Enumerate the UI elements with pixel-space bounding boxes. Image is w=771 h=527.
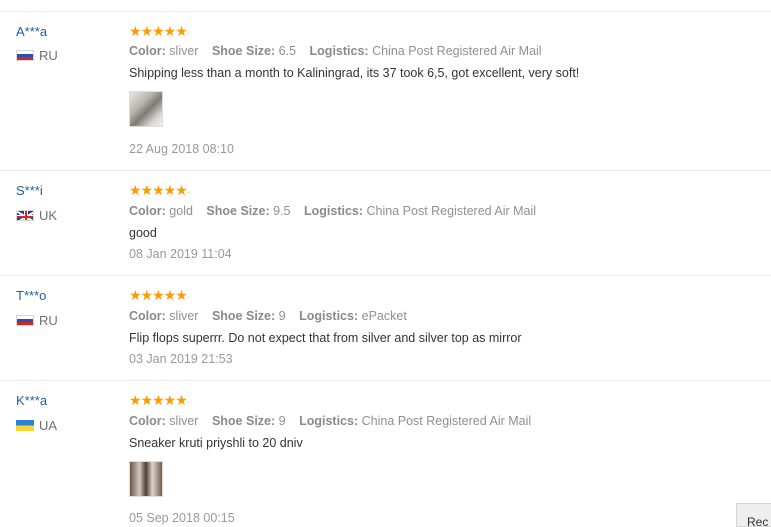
review-date: 03 Jan 2019 21:53 <box>129 352 233 366</box>
review-photo-thumbnail[interactable] <box>129 91 163 127</box>
size-label: Shoe Size: <box>211 309 276 323</box>
size-value: 9 <box>278 309 286 323</box>
review-attributes: Color: sliver Shoe Size: 6.5 Logistics: … <box>129 44 552 58</box>
reviewer-country: RU <box>16 48 58 63</box>
review-date: 08 Jan 2019 11:04 <box>129 247 232 261</box>
ukraine-flag-icon <box>16 420 34 431</box>
size-label: Shoe Size: <box>211 414 276 428</box>
color-label: Color: <box>129 414 166 428</box>
color-value: sliver <box>169 44 199 58</box>
review-text: Shipping less than a month to Kaliningra… <box>129 66 580 80</box>
logistics-label: Logistics: <box>309 44 369 58</box>
color-value: sliver <box>169 414 199 428</box>
reviewer-country: UA <box>16 418 57 433</box>
size-value: 6.5 <box>278 44 297 58</box>
star-rating: ★★★★★· <box>129 287 190 303</box>
logistics-label: Logistics: <box>304 204 364 218</box>
star-rating: ★★★★★· <box>129 23 190 39</box>
russia-flag-icon <box>16 315 34 326</box>
color-value: gold <box>169 204 193 218</box>
country-code: UA <box>39 418 58 433</box>
top-divider <box>0 11 771 12</box>
color-value: sliver <box>169 309 199 323</box>
color-label: Color: <box>129 309 166 323</box>
corner-button[interactable]: Rec <box>736 503 771 527</box>
color-label: Color: <box>129 44 166 58</box>
stars-icon: ★★★★★ <box>129 392 188 408</box>
review-date: 22 Aug 2018 08:10 <box>129 142 234 156</box>
review-divider <box>0 170 771 171</box>
star-rating: ★★★★★· <box>129 182 190 198</box>
logistics-value: China Post Registered Air Mail <box>372 44 542 58</box>
country-code: UK <box>39 208 58 223</box>
logistics-value: China Post Registered Air Mail <box>361 414 532 428</box>
star-rating: ★★★★★· <box>129 392 190 408</box>
color-label: Color: <box>129 204 166 218</box>
size-label: Shoe Size: <box>211 44 276 58</box>
uk-flag-icon <box>16 210 34 221</box>
review-text: Flip flops superrr. Do not expect that f… <box>129 331 522 345</box>
review-divider <box>0 380 771 381</box>
review-date: 05 Sep 2018 00:15 <box>129 511 235 525</box>
review-attributes: Color: sliver Shoe Size: 9 Logistics: Ch… <box>129 414 541 428</box>
reviewer-country: UK <box>16 208 57 223</box>
review-attributes: Color: sliver Shoe Size: 9 Logistics: eP… <box>129 309 417 323</box>
stars-icon: ★★★★★ <box>129 182 188 198</box>
review-text: Sneaker kruti priyshli to 20 dniv <box>129 436 303 450</box>
size-value: 9.5 <box>273 204 291 218</box>
reviewer-name[interactable]: K***a <box>16 393 47 408</box>
size-label: Shoe Size: <box>206 204 270 218</box>
country-code: RU <box>39 48 58 63</box>
reviewer-name[interactable]: A***a <box>16 24 47 39</box>
logistics-value: China Post Registered Air Mail <box>366 204 537 218</box>
review-attributes: Color: gold Shoe Size: 9.5 Logistics: Ch… <box>129 204 546 218</box>
reviewer-name[interactable]: S***i <box>16 183 43 198</box>
logistics-value: ePacket <box>361 309 407 323</box>
review-divider <box>0 275 771 276</box>
stars-icon: ★★★★★ <box>129 23 188 39</box>
logistics-label: Logistics: <box>299 309 359 323</box>
country-code: RU <box>39 313 58 328</box>
reviewer-country: RU <box>16 313 58 328</box>
review-photo-thumbnail[interactable] <box>129 461 163 497</box>
reviewer-name[interactable]: T***o <box>16 288 46 303</box>
russia-flag-icon <box>16 50 34 61</box>
logistics-label: Logistics: <box>299 414 359 428</box>
review-text: good <box>129 226 157 240</box>
size-value: 9 <box>278 414 286 428</box>
stars-icon: ★★★★★ <box>129 287 188 303</box>
